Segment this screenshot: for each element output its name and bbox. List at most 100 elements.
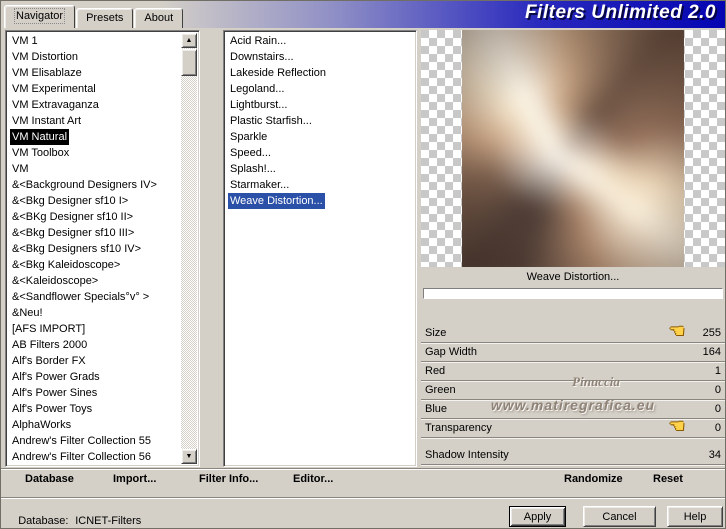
category-label: Andrew's Filter Collection 55 xyxy=(12,435,152,447)
editor-button[interactable]: Editor... xyxy=(293,473,333,485)
category-label: AB Filters 2000 xyxy=(12,339,88,351)
parameter-slider[interactable]: Transparency ☚ 0 xyxy=(421,417,725,438)
category-label: VM Toolbox xyxy=(12,147,70,159)
category-label: VM xyxy=(12,163,29,175)
apply-button[interactable]: Apply xyxy=(509,506,566,527)
category-list-item[interactable]: Alf's Power Sines xyxy=(8,385,180,401)
filter-list-item[interactable]: Weave Distortion... xyxy=(226,193,414,209)
category-listbox: VM 1 VM Distortion VM Elisablaze VM Expe… xyxy=(5,30,200,467)
parameter-label: Shadow Intensity xyxy=(425,449,509,461)
database-button[interactable]: Database xyxy=(25,473,74,485)
scroll-down-button[interactable]: ▼ xyxy=(181,449,197,464)
category-label: &<Bkg Designer sf10 I> xyxy=(12,195,129,207)
category-list-item[interactable]: &<BKg Designer sf10 II> xyxy=(8,209,180,225)
category-list-item[interactable]: VM Extravaganza xyxy=(8,97,180,113)
category-list: VM 1 VM Distortion VM Elisablaze VM Expe… xyxy=(8,33,180,464)
parameter-label: Blue xyxy=(425,403,448,415)
category-label: Alf's Border FX xyxy=(12,355,86,367)
filter-list-item[interactable]: Downstairs... xyxy=(226,49,414,65)
tab[interactable]: Navigator xyxy=(4,5,76,28)
category-list-item[interactable]: Andrew's Filter Collection 56 xyxy=(8,449,180,464)
filter-label: Acid Rain... xyxy=(230,35,287,47)
category-list-item[interactable]: AB Filters 2000 xyxy=(8,337,180,353)
filter-list-item[interactable]: Legoland... xyxy=(226,81,414,97)
category-label: &<Kaleidoscope> xyxy=(12,275,99,287)
category-list-item[interactable]: &<Sandflower Specials°v° > xyxy=(8,289,180,305)
parameter-label: Green xyxy=(425,384,456,396)
filter-list-item[interactable]: Speed... xyxy=(226,145,414,161)
help-button[interactable]: Help xyxy=(667,506,723,527)
pointing-hand-icon: ☚ xyxy=(668,321,685,341)
category-list-item[interactable]: VM xyxy=(8,161,180,177)
category-list-item[interactable]: AlphaWorks xyxy=(8,417,180,433)
parameter-value: 255 xyxy=(702,327,721,339)
filter-label: Downstairs... xyxy=(230,51,294,63)
filter-label: Speed... xyxy=(230,147,271,159)
scroll-up-button[interactable]: ▲ xyxy=(181,33,197,48)
category-list-item[interactable]: &Neu! xyxy=(8,305,180,321)
tab-label: About xyxy=(144,12,174,24)
category-list-item[interactable]: Alf's Power Grads xyxy=(8,369,180,385)
category-list-item[interactable]: [AFS IMPORT] xyxy=(8,321,180,337)
category-label: VM Instant Art xyxy=(12,115,82,127)
parameter-label: Size xyxy=(425,327,447,339)
pointing-hand-icon: ☚ xyxy=(668,416,685,436)
parameter-value: 0 xyxy=(714,422,721,434)
parameter-slider[interactable]: Red ☚ 1 xyxy=(421,364,725,381)
category-list-item[interactable]: &<Background Designers IV> xyxy=(8,177,180,193)
filter-list-item[interactable]: Splash!... xyxy=(226,161,414,177)
filter-list-item[interactable]: Lightburst... xyxy=(226,97,414,113)
filter-list-item[interactable]: Starmaker... xyxy=(226,177,414,193)
category-list-item[interactable]: &<Bkg Designer sf10 I> xyxy=(8,193,180,209)
category-list-item[interactable]: &<Bkg Designer sf10 III> xyxy=(8,225,180,241)
filter-label: Sparkle xyxy=(230,131,268,143)
category-list-item[interactable]: &<Kaleidoscope> xyxy=(8,273,180,289)
category-scrollbar[interactable]: ▲ ▼ xyxy=(181,33,197,464)
category-list-item[interactable]: VM Elisablaze xyxy=(8,65,180,81)
randomize-button[interactable]: Randomize xyxy=(564,473,623,485)
app-title: Filters Unlimited 2.0 xyxy=(524,2,716,23)
category-list-item[interactable]: &<Bkg Designers sf10 IV> xyxy=(8,241,180,257)
category-label: VM 1 xyxy=(12,35,38,47)
tab-strip: Navigator Presets About xyxy=(4,3,184,28)
category-list-item[interactable]: VM Experimental xyxy=(8,81,180,97)
category-label: Alf's Power Sines xyxy=(12,387,98,399)
filter-label: Plastic Starfish... xyxy=(230,115,312,127)
category-list-item[interactable]: VM Natural xyxy=(8,129,180,145)
scrollbar-thumb[interactable] xyxy=(181,49,197,76)
tab[interactable]: Presets xyxy=(76,8,134,28)
parameter-slider[interactable]: Shadow Intensity ☚ 34 xyxy=(421,448,725,465)
category-list-item[interactable]: VM 1 xyxy=(8,33,180,49)
category-label: &<BKg Designer sf10 II> xyxy=(12,211,134,223)
category-label: &<Background Designers IV> xyxy=(12,179,157,191)
parameter-value: 0 xyxy=(714,403,721,415)
category-list-item[interactable]: VM Toolbox xyxy=(8,145,180,161)
filter-list-item[interactable]: Lakeside Reflection xyxy=(226,65,414,81)
parameter-slider[interactable]: Size ☚ 255 xyxy=(421,322,725,343)
tab[interactable]: About xyxy=(134,8,184,28)
import-button[interactable]: Import... xyxy=(113,473,156,485)
filter-label: Weave Distortion... xyxy=(228,193,325,209)
preview-swirl-image xyxy=(462,30,684,267)
cancel-button[interactable]: Cancel xyxy=(583,506,656,527)
parameter-slider[interactable]: Green ☚ 0 xyxy=(421,383,725,400)
category-list-item[interactable]: VM Instant Art xyxy=(8,113,180,129)
filter-listbox: Acid Rain... Downstairs... Lakeside Refl… xyxy=(223,30,417,467)
filter-label: Lightburst... xyxy=(230,99,288,111)
category-list-item[interactable]: Andrew's Filter Collection 55 xyxy=(8,433,180,449)
parameter-value: 164 xyxy=(702,346,721,358)
category-label: VM Distortion xyxy=(12,51,79,63)
category-list-item[interactable]: Alf's Border FX xyxy=(8,353,180,369)
category-list-item[interactable]: Alf's Power Toys xyxy=(8,401,180,417)
category-label: Alf's Power Toys xyxy=(12,403,93,415)
divider xyxy=(1,468,725,469)
filter-list-item[interactable]: Plastic Starfish... xyxy=(226,113,414,129)
category-list-item[interactable]: VM Distortion xyxy=(8,49,180,65)
filter-info-button[interactable]: Filter Info... xyxy=(199,473,258,485)
reset-button[interactable]: Reset xyxy=(653,473,683,485)
filter-list-item[interactable]: Acid Rain... xyxy=(226,33,414,49)
parameter-slider[interactable]: Gap Width ☚ 164 xyxy=(421,345,725,362)
category-list-item[interactable]: &<Bkg Kaleidoscope> xyxy=(8,257,180,273)
filter-list-item[interactable]: Sparkle xyxy=(226,129,414,145)
filters-unlimited-window: Filters Unlimited 2.0 Navigator Presets … xyxy=(0,0,726,529)
